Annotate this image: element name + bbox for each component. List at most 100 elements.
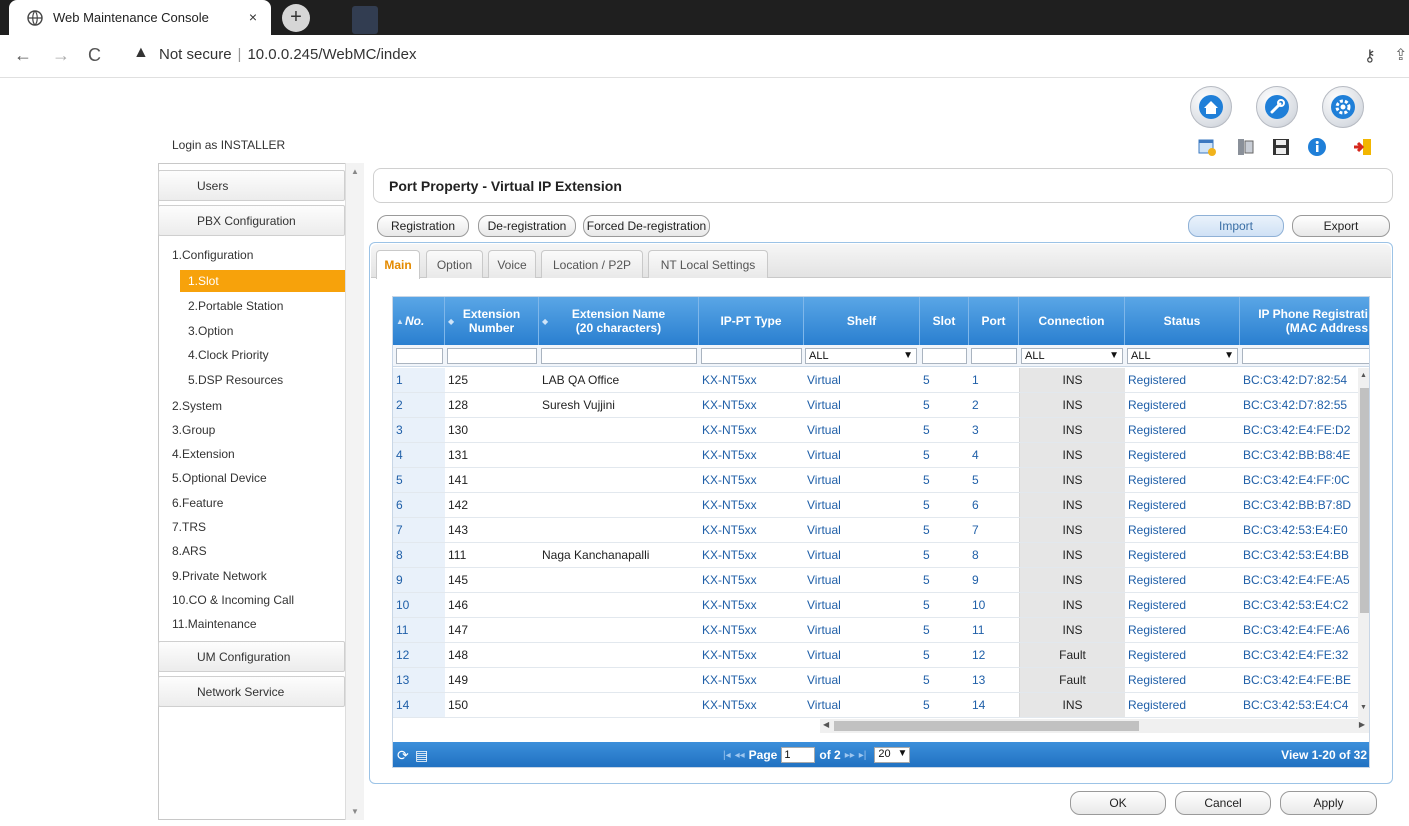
col-ip-pt-type[interactable]: IP-PT Type: [699, 297, 804, 345]
table-row[interactable]: 9 145 KX-NT5xx Virtual 5 9 INS Registered BC:C3:…: [393, 568, 1358, 593]
info-icon[interactable]: [1306, 136, 1328, 158]
sidebar-item-option[interactable]: 3.Option: [188, 324, 233, 338]
warning-icon[interactable]: ▲: [133, 44, 149, 62]
reload-icon[interactable]: C: [88, 45, 101, 66]
last-page-icon[interactable]: ▸|: [859, 750, 867, 761]
filter-connection-select[interactable]: ALL ▼: [1021, 348, 1123, 364]
sidebar-item-clock-priority[interactable]: 4.Clock Priority: [188, 348, 269, 362]
scroll-up-icon[interactable]: ▲: [351, 167, 359, 176]
filter-port-input[interactable]: [971, 348, 1017, 364]
filter-status-select[interactable]: ALL ▼: [1127, 348, 1238, 364]
columns-icon[interactable]: ▤: [415, 747, 428, 764]
sidebar-item-um-configuration[interactable]: UM Configuration: [158, 641, 345, 672]
sidebar-item-maintenance[interactable]: 11.Maintenance: [172, 617, 257, 631]
sidebar-item-feature[interactable]: 6.Feature: [172, 496, 223, 510]
filter-no-input[interactable]: [396, 348, 443, 364]
registration-button[interactable]: Registration: [377, 215, 469, 237]
col-no[interactable]: ▲ No.: [393, 297, 445, 345]
import-button[interactable]: Import: [1188, 215, 1284, 237]
browser-tab[interactable]: Web Maintenance Console ×: [9, 0, 271, 35]
col-extension-name[interactable]: ◆ Extension Name (20 characters): [539, 297, 699, 345]
tab-close-icon[interactable]: ×: [249, 9, 257, 25]
sidebar-item-configuration[interactable]: 1.Configuration: [172, 248, 253, 262]
col-extension-number[interactable]: ◆ Extension Number: [445, 297, 539, 345]
table-row[interactable]: 6 142 KX-NT5xx Virtual 5 6 INS Registered BC:C3:…: [393, 493, 1358, 518]
page-input[interactable]: [781, 747, 816, 763]
filter-shelf-select[interactable]: ALL ▼: [805, 348, 917, 364]
new-tab-button[interactable]: +: [282, 4, 310, 32]
apply-button[interactable]: Apply: [1280, 791, 1377, 815]
cancel-button[interactable]: Cancel: [1175, 791, 1271, 815]
sidebar-item-system[interactable]: 2.System: [172, 399, 222, 413]
sidebar-item-trs[interactable]: 7.TRS: [172, 520, 206, 534]
sidebar-item-private-network[interactable]: 9.Private Network: [172, 569, 267, 583]
deregistration-button[interactable]: De-registration: [478, 215, 576, 237]
table-row[interactable]: 10 146 KX-NT5xx Virtual 5 10 INS Registered BC:C…: [393, 593, 1358, 618]
grid-horizontal-scrollbar[interactable]: ◀ ▶: [820, 719, 1369, 733]
back-icon[interactable]: ←: [14, 45, 32, 66]
scroll-thumb[interactable]: [1360, 388, 1369, 613]
wrench-icon[interactable]: [1256, 86, 1298, 128]
forward-icon[interactable]: →: [52, 45, 70, 66]
scroll-down-icon[interactable]: ▼: [1360, 704, 1367, 711]
scroll-up-icon[interactable]: ▲: [1360, 372, 1367, 379]
table-row[interactable]: 1 125 LAB QA Office KX-NT5xx Virtual 5 1 INS Reg…: [393, 368, 1358, 393]
filter-name-input[interactable]: [541, 348, 697, 364]
tab-voice[interactable]: Voice: [488, 250, 536, 278]
col-port[interactable]: Port: [969, 297, 1019, 345]
url-field[interactable]: Not secure | 10.0.0.245/WebMC/index: [159, 46, 416, 63]
sidebar-item-group[interactable]: 3.Group: [172, 423, 215, 437]
save-icon[interactable]: [1270, 136, 1292, 158]
share-icon[interactable]: ⇪: [1394, 45, 1407, 65]
sidebar-item-network-service[interactable]: Network Service: [158, 676, 345, 707]
table-row[interactable]: 14 150 KX-NT5xx Virtual 5 14 INS Registered BC:C…: [393, 693, 1358, 718]
sidebar-item-dsp-resources[interactable]: 5.DSP Resources: [188, 373, 283, 387]
sidebar-item-slot[interactable]: 1.Slot: [180, 270, 345, 292]
table-row[interactable]: 7 143 KX-NT5xx Virtual 5 7 INS Registered BC:C3:…: [393, 518, 1358, 543]
export-button[interactable]: Export: [1292, 215, 1390, 237]
ok-button[interactable]: OK: [1070, 791, 1166, 815]
filter-type-input[interactable]: [701, 348, 802, 364]
refresh-icon[interactable]: ⟳: [397, 747, 409, 764]
page-size-select[interactable]: 20 ▼: [874, 747, 911, 763]
gear-icon[interactable]: [1322, 86, 1364, 128]
window-warning-icon[interactable]: [1196, 136, 1218, 158]
sidebar-item-portable-station[interactable]: 2.Portable Station: [188, 299, 283, 313]
prev-page-icon[interactable]: ◂◂: [735, 750, 745, 761]
scroll-thumb[interactable]: [834, 721, 1139, 731]
table-row[interactable]: 5 141 KX-NT5xx Virtual 5 5 INS Registered BC:C3:…: [393, 468, 1358, 493]
sidebar-item-co-incoming-call[interactable]: 10.CO & Incoming Call: [172, 593, 294, 607]
tab-option[interactable]: Option: [426, 250, 483, 278]
home-icon[interactable]: [1190, 86, 1232, 128]
filter-mac-input[interactable]: [1242, 348, 1369, 364]
sidebar-item-pbx-configuration[interactable]: PBX Configuration: [158, 205, 345, 236]
col-slot[interactable]: Slot: [920, 297, 969, 345]
key-icon[interactable]: ⚷: [1364, 46, 1376, 66]
table-row[interactable]: 12 148 KX-NT5xx Virtual 5 12 Fault Registered BC…: [393, 643, 1358, 668]
sidebar-item-extension[interactable]: 4.Extension: [172, 447, 235, 461]
scroll-right-icon[interactable]: ▶: [1359, 720, 1365, 729]
pdf-tab-icon[interactable]: [352, 6, 378, 34]
table-row[interactable]: 11 147 KX-NT5xx Virtual 5 11 INS Registered BC:C…: [393, 618, 1358, 643]
col-connection[interactable]: Connection: [1019, 297, 1125, 345]
tab-location-p2p[interactable]: Location / P2P: [541, 250, 643, 278]
phone-list-icon[interactable]: [1234, 136, 1256, 158]
sidebar-item-users[interactable]: Users: [158, 170, 345, 201]
grid-vertical-scrollbar[interactable]: ▲ ▼: [1358, 368, 1369, 720]
table-row[interactable]: 4 131 KX-NT5xx Virtual 5 4 INS Registered BC:C3:…: [393, 443, 1358, 468]
table-row[interactable]: 13 149 KX-NT5xx Virtual 5 13 Fault Registered BC…: [393, 668, 1358, 693]
table-row[interactable]: 3 130 KX-NT5xx Virtual 5 3 INS Registered BC:C3:…: [393, 418, 1358, 443]
next-page-icon[interactable]: ▸▸: [845, 750, 855, 761]
tab-main[interactable]: Main: [376, 250, 420, 279]
table-row[interactable]: 8 111 Naga Kanchanapalli KX-NT5xx Virtual 5 8 I…: [393, 543, 1358, 568]
sidebar-scrollbar[interactable]: ▲ ▼: [345, 163, 364, 820]
scroll-down-icon[interactable]: ▼: [351, 807, 359, 816]
col-shelf[interactable]: Shelf: [804, 297, 920, 345]
filter-extension-input[interactable]: [447, 348, 537, 364]
table-row[interactable]: 2 128 Suresh Vujjini KX-NT5xx Virtual 5 2 INS Re…: [393, 393, 1358, 418]
col-mac-address[interactable]: IP Phone Registrati (MAC Address: [1240, 297, 1369, 345]
logout-icon[interactable]: [1352, 136, 1374, 158]
filter-slot-input[interactable]: [922, 348, 967, 364]
sidebar-item-ars[interactable]: 8.ARS: [172, 544, 207, 558]
sidebar-item-optional-device[interactable]: 5.Optional Device: [172, 471, 267, 485]
